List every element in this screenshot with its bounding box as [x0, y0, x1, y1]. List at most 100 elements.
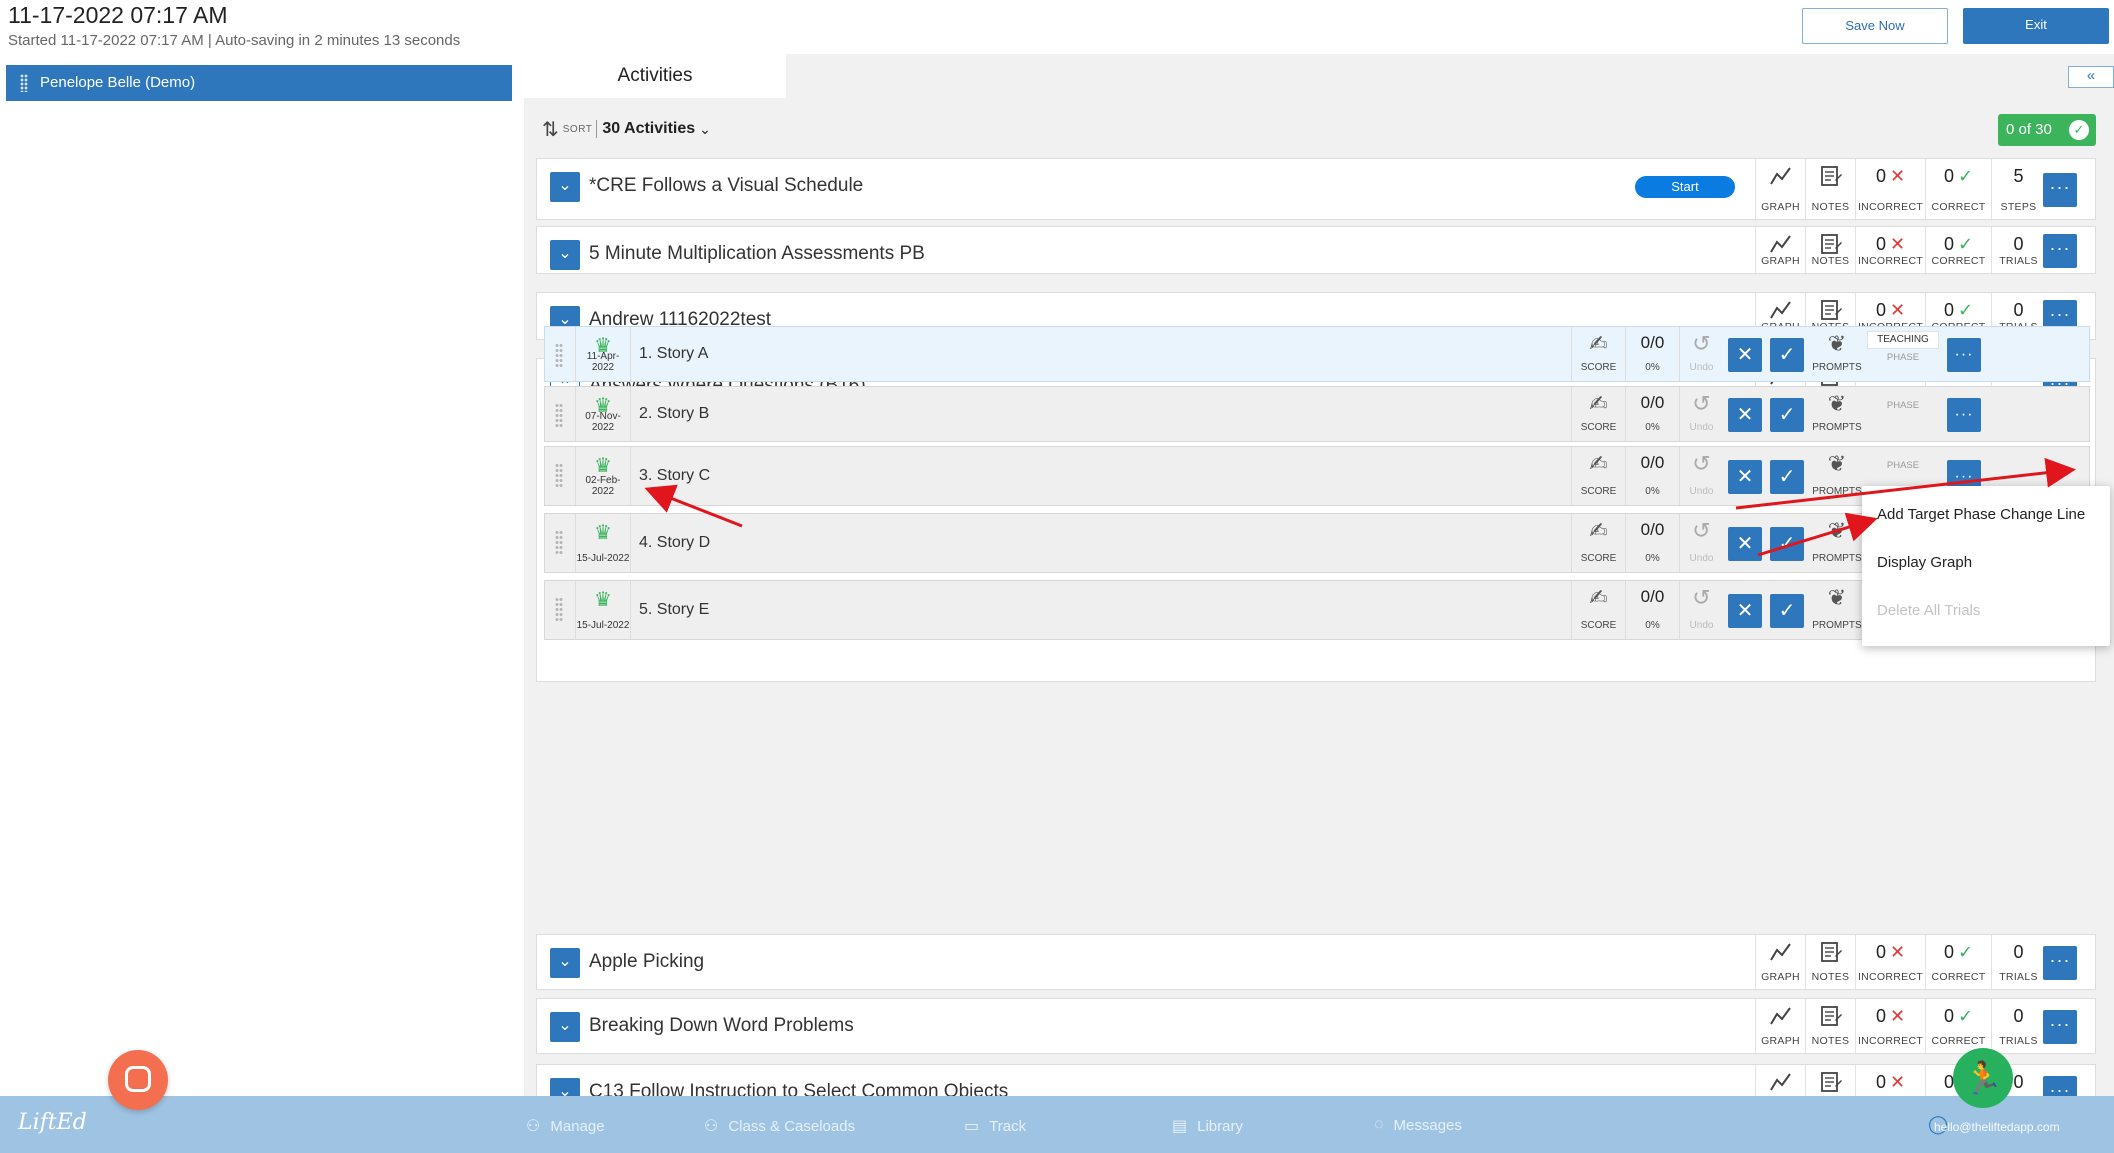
count-cell: 0TRIALS [1991, 999, 2045, 1055]
notes-button[interactable]: NOTES [1805, 999, 1855, 1055]
incorrect-button[interactable]: ✕ [1728, 338, 1762, 372]
notes-button[interactable]: NOTES [1805, 935, 1855, 991]
prompts-button[interactable]: ❦ PROMPTS [1809, 514, 1865, 572]
incorrect-count: 0✕INCORRECT [1855, 999, 1925, 1055]
book-icon: ▤ [1172, 1118, 1188, 1135]
score-button[interactable]: ✍ SCORE [1571, 327, 1625, 381]
undo-button[interactable]: ↺ Undo [1679, 447, 1723, 505]
graph-button[interactable]: GRAPH [1755, 227, 1805, 275]
prompts-button[interactable]: ❦ PROMPTS [1809, 387, 1865, 441]
student-item[interactable]: Penelope Belle (Demo) [6, 65, 512, 101]
phase-cell[interactable]: TEACHING PHASE [1867, 331, 1939, 363]
check-circle-icon: ✓ [2069, 120, 2089, 140]
phase-cell[interactable]: PHASE [1867, 451, 1939, 471]
target-row[interactable]: ♛ 02-Feb-2022 3. Story C ✍ SCORE 0/0 0% ↺ U… [544, 446, 2090, 506]
nav-item-manage[interactable]: ⚇ Manage [526, 1116, 605, 1136]
correct-count: 0✓CORRECT [1925, 935, 1991, 991]
check-icon: ✓ [1957, 300, 1974, 320]
graph-button[interactable]: GRAPH [1755, 935, 1805, 991]
x-icon: ✕ [1889, 942, 1906, 962]
undo-button[interactable]: ↺ Undo [1679, 581, 1723, 639]
undo-icon: ↺ [1692, 391, 1711, 416]
chevron-down-icon[interactable]: ⌄ [550, 1012, 580, 1042]
notes-button[interactable]: NOTES [1805, 159, 1855, 221]
undo-button[interactable]: ↺ Undo [1679, 514, 1723, 572]
menu-item-display-graph[interactable]: Display Graph [1877, 554, 1972, 571]
exit-button[interactable]: Exit [1963, 8, 2109, 44]
check-icon: ✓ [1957, 1006, 1974, 1026]
drag-handle-icon[interactable] [555, 343, 563, 369]
tab-activities[interactable]: Activities [524, 54, 786, 98]
activity-name: *CRE Follows a Visual Schedule [589, 175, 864, 196]
target-date: 11-Apr-2022 [586, 351, 620, 373]
menu-item-add-phase-change-line[interactable]: Add Target Phase Change Line [1877, 506, 2085, 523]
collapse-panel-button[interactable]: « [2068, 66, 2114, 88]
prompts-button[interactable]: ❦ PROMPTS [1809, 327, 1865, 381]
undo-button[interactable]: ↺ Undo [1679, 327, 1723, 381]
chat-icon: ◌ [1374, 1116, 1384, 1133]
drag-handle-icon[interactable] [20, 74, 28, 92]
notes-button[interactable]: NOTES [1805, 227, 1855, 275]
correct-count: 0✓CORRECT [1925, 227, 1991, 275]
score-button[interactable]: ✍ SCORE [1571, 447, 1625, 505]
nav-item-track[interactable]: ▭ Track [964, 1116, 1026, 1136]
target-row[interactable]: ♛ 07-Nov-2022 2. Story B ✍ SCORE 0/0 0% ↺ U… [544, 386, 2090, 442]
correct-button[interactable]: ✓ [1770, 398, 1804, 432]
chat-launcher-button[interactable] [108, 1050, 168, 1110]
phase-cell[interactable]: PHASE [1867, 391, 1939, 411]
score-button[interactable]: ✍ SCORE [1571, 581, 1625, 639]
correct-button[interactable]: ✓ [1770, 527, 1804, 561]
activity-row[interactable]: ⌄ 5 Minute Multiplication Assessments PB… [536, 226, 2096, 275]
target-score: 0/0 0% [1625, 327, 1679, 381]
sort-control[interactable]: ⇅ SORT 30 Activities ⌄ [542, 116, 711, 142]
session-header: 11-17-2022 07:17 AM Started 11-17-2022 0… [0, 0, 2114, 56]
more-options-button[interactable]: ··· [2043, 1010, 2077, 1044]
prompts-button[interactable]: ❦ PROMPTS [1809, 447, 1865, 505]
chevron-down-icon[interactable]: ⌄ [550, 240, 580, 270]
more-options-button[interactable]: ··· [2043, 946, 2077, 980]
graph-button[interactable]: GRAPH [1755, 999, 1805, 1055]
activity-row[interactable]: ⌄ Apple Picking GRAPH NOTES 0 ✕ INCORRECT … [536, 934, 2096, 991]
drag-handle-icon[interactable] [555, 597, 563, 623]
incorrect-button[interactable]: ✕ [1728, 594, 1762, 628]
chevron-down-icon: ⌄ [699, 120, 711, 137]
activity-name: 5 Minute Multiplication Assessments PB [589, 243, 925, 264]
save-now-button[interactable]: Save Now [1802, 8, 1948, 44]
hand-writing-icon: ✍ [1589, 331, 1608, 356]
mastery-date-cell: ♛ 15-Jul-2022 [575, 581, 631, 639]
graph-button[interactable]: GRAPH [1755, 159, 1805, 221]
nav-item-classes[interactable]: ⚇ Class & Caseloads [704, 1116, 855, 1136]
target-more-button[interactable]: ··· [1947, 338, 1981, 372]
target-row[interactable]: ♛ 11-Apr-2022 1. Story A ✍ SCORE 0/0 0% ↺ U… [544, 326, 2090, 382]
incorrect-button[interactable]: ✕ [1728, 527, 1762, 561]
activity-row[interactable]: ⌄ Breaking Down Word Problems GRAPH NOTE… [536, 998, 2096, 1055]
start-button[interactable]: Start [1635, 176, 1735, 198]
correct-button[interactable]: ✓ [1770, 338, 1804, 372]
chevron-down-icon[interactable]: ⌄ [550, 172, 580, 202]
nav-item-messages[interactable]: ◌ Messages [1374, 1116, 1462, 1134]
target-row[interactable]: ♛ 15-Jul-2022 5. Story E ✍ SCORE 0/0 0% ↺ U… [544, 580, 2090, 640]
quick-run-button[interactable]: 🏃 [1953, 1048, 2013, 1108]
drag-handle-icon[interactable] [555, 403, 563, 429]
drag-handle-icon[interactable] [555, 463, 563, 489]
target-row[interactable]: ♛ 15-Jul-2022 4. Story D ✍ SCORE 0/0 0% ↺ U… [544, 513, 2090, 573]
undo-button[interactable]: ↺ Undo [1679, 387, 1723, 441]
more-options-button[interactable]: ··· [2043, 173, 2077, 207]
drag-handle-icon[interactable] [555, 530, 563, 556]
prompts-button[interactable]: ❦ PROMPTS [1809, 581, 1865, 639]
target-name: 2. Story B [639, 405, 710, 422]
activity-row[interactable]: ⌄ *CRE Follows a Visual Schedule Start G… [536, 158, 2096, 221]
score-button[interactable]: ✍ SCORE [1571, 387, 1625, 441]
target-date: 07-Nov-2022 [585, 411, 621, 433]
nav-item-library[interactable]: ▤ Library [1172, 1116, 1243, 1136]
x-icon: ✕ [1889, 234, 1906, 254]
incorrect-button[interactable]: ✕ [1728, 460, 1762, 494]
correct-button[interactable]: ✓ [1770, 594, 1804, 628]
target-score: 0/0 0% [1625, 581, 1679, 639]
more-options-button[interactable]: ··· [2043, 234, 2077, 268]
score-button[interactable]: ✍ SCORE [1571, 514, 1625, 572]
chevron-down-icon[interactable]: ⌄ [550, 948, 580, 978]
incorrect-button[interactable]: ✕ [1728, 398, 1762, 432]
target-more-button[interactable]: ··· [1947, 398, 1981, 432]
correct-button[interactable]: ✓ [1770, 460, 1804, 494]
